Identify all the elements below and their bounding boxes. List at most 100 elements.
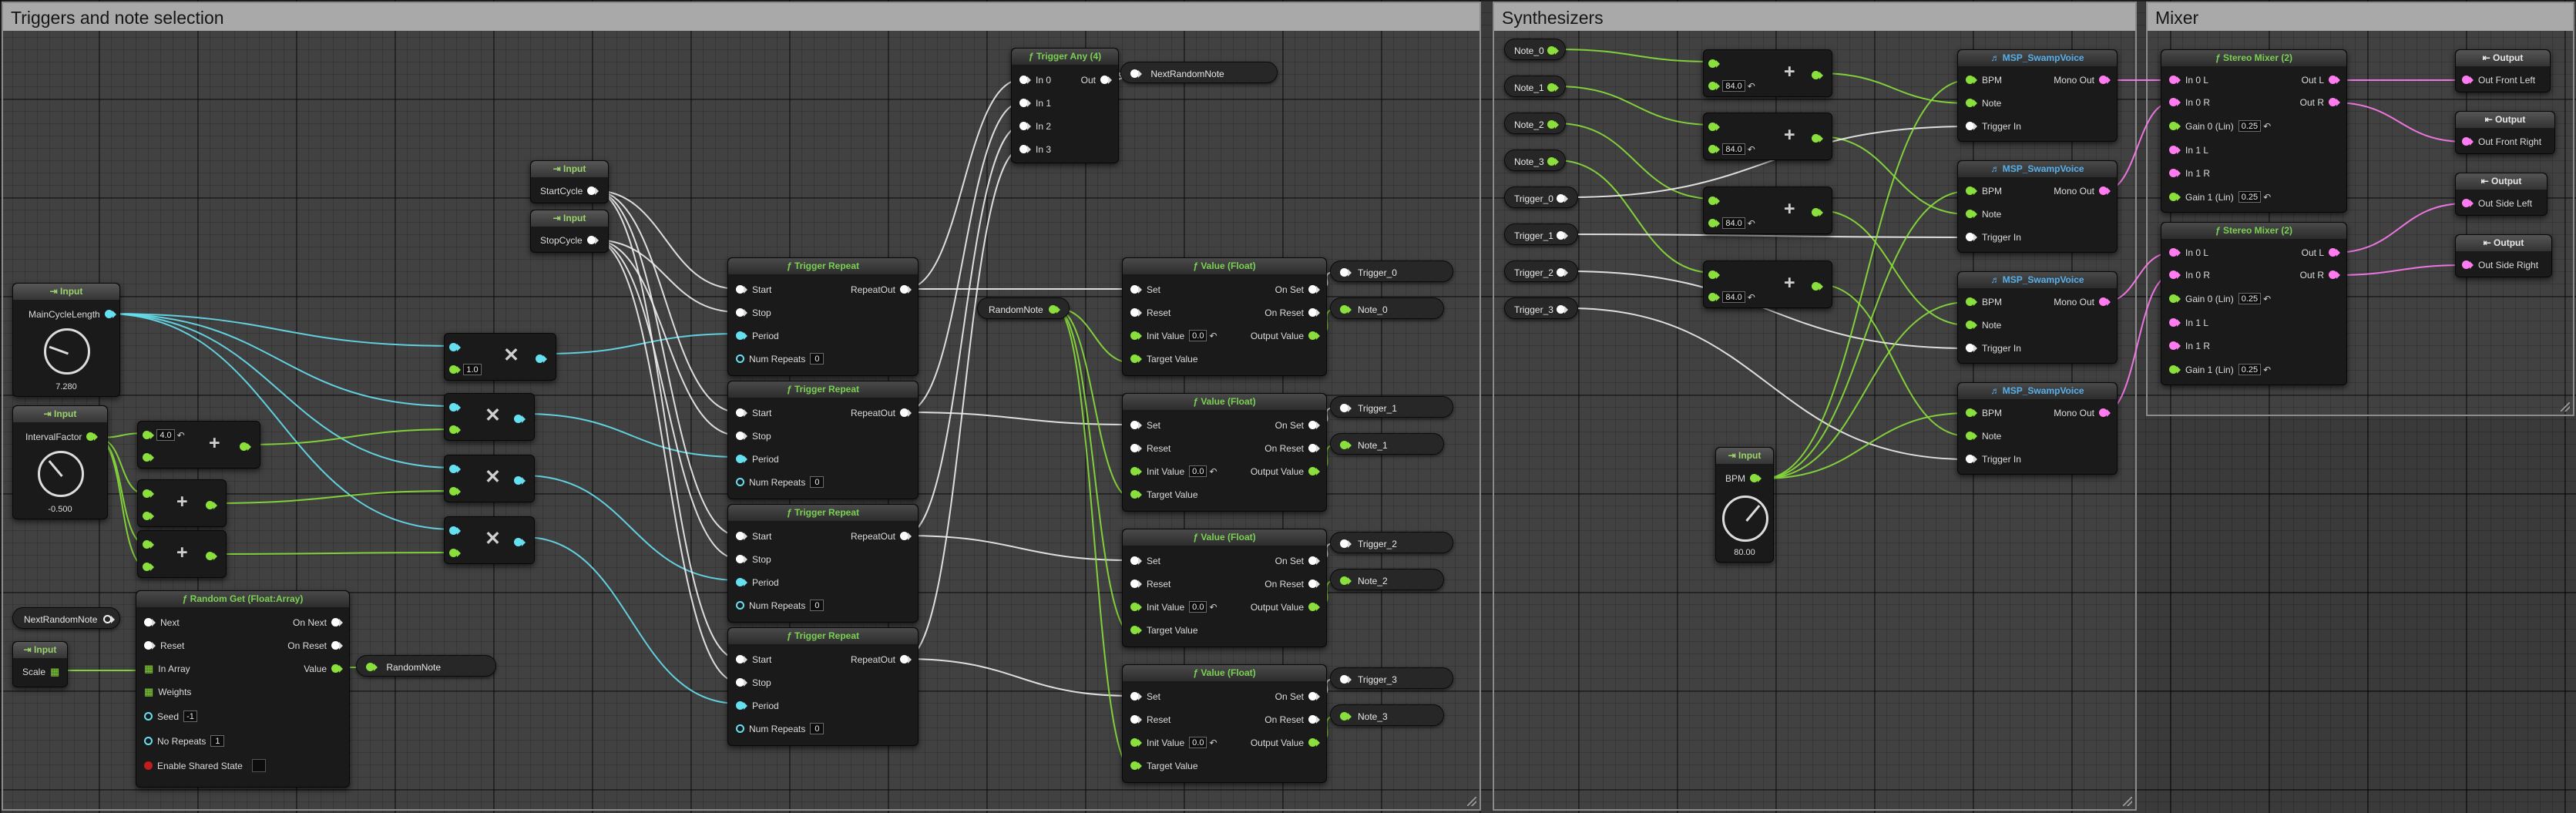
reset-icon[interactable]: ↶ bbox=[1748, 143, 1755, 156]
multiply-node-1[interactable]: 1.0 ✕ bbox=[444, 333, 556, 381]
swamp-voice-node-0[interactable]: ♬ MSP_SwampVoice BPM Note Trigger In Mon… bbox=[1957, 49, 2118, 142]
reset-icon[interactable]: ↶ bbox=[2263, 191, 2271, 203]
note-2-get[interactable]: Note_2 bbox=[1504, 113, 1566, 134]
input-node-scale[interactable]: ⇥ Input Scale ▦ bbox=[12, 641, 68, 687]
reset-icon[interactable]: ↶ bbox=[1748, 217, 1755, 230]
note-1-get[interactable]: Note_1 bbox=[1504, 76, 1566, 97]
add-node-c[interactable]: + bbox=[137, 530, 227, 578]
resize-grip-icon[interactable] bbox=[2561, 402, 2570, 412]
synth-add-node-2[interactable]: 84.0 ↶ + bbox=[1703, 186, 1832, 234]
value-float-node-0[interactable]: ƒ Value (Float) Set Reset Init Value 0.0 ↶… bbox=[1122, 257, 1327, 376]
reset-icon[interactable]: ↶ bbox=[1748, 80, 1755, 92]
num-repeats-input[interactable]: 0 bbox=[810, 723, 825, 735]
reset-icon[interactable]: ↶ bbox=[2263, 293, 2271, 305]
trigger-3-set[interactable]: Trigger_3 bbox=[1330, 667, 1453, 689]
next-random-note-get[interactable]: NextRandomNote bbox=[12, 607, 120, 629]
seed-pin[interactable] bbox=[144, 712, 153, 721]
init-value-input[interactable]: 0.0 bbox=[1189, 601, 1207, 613]
interval-factor-knob[interactable] bbox=[38, 451, 84, 497]
value-float-node-2[interactable]: ƒ Value (Float) Set Reset Init Value 0.0 ↶… bbox=[1122, 529, 1327, 647]
reset-icon[interactable]: ↶ bbox=[2263, 120, 2271, 133]
add-value-input[interactable]: 84.0 bbox=[1722, 143, 1745, 156]
gain-1-input[interactable]: 0.25 bbox=[2238, 191, 2262, 203]
num-repeats-pin[interactable] bbox=[736, 724, 744, 734]
synth-add-node-1[interactable]: 84.0 ↶ + bbox=[1703, 113, 1832, 160]
input-node-stop-cycle[interactable]: ⇥ Input StopCycle bbox=[530, 210, 609, 253]
num-repeats-input[interactable]: 0 bbox=[810, 476, 825, 489]
add-value-input[interactable]: 84.0 bbox=[1722, 80, 1745, 92]
swamp-voice-node-2[interactable]: ♬ MSP_SwampVoice BPM Note Trigger In Mon… bbox=[1957, 271, 2118, 364]
trigger-1-set[interactable]: Trigger_1 bbox=[1330, 396, 1453, 418]
trigger-repeat-node-0[interactable]: ƒ Trigger Repeat Start Stop Period Num R… bbox=[727, 257, 919, 376]
trigger-any-node[interactable]: ƒ Trigger Any (4) In 0 In 1 In 2 In 3 Ou… bbox=[1011, 48, 1119, 163]
init-value-input[interactable]: 0.0 bbox=[1189, 737, 1207, 749]
shared-state-checkbox[interactable] bbox=[251, 759, 266, 773]
init-value-input[interactable]: 0.0 bbox=[1189, 330, 1207, 342]
stereo-mixer-node-0[interactable]: ƒ Stereo Mixer (2) In 0 L In 0 R Gain 0 … bbox=[2161, 49, 2347, 213]
note-3-get[interactable]: Note_3 bbox=[1504, 149, 1566, 171]
swamp-voice-node-3[interactable]: ♬ MSP_SwampVoice BPM Note Trigger In Mon… bbox=[1957, 382, 2118, 475]
trigger-2-get[interactable]: Trigger_2 bbox=[1504, 260, 1578, 282]
input-node-start-cycle[interactable]: ⇥ Input StartCycle bbox=[530, 160, 609, 203]
reset-icon[interactable]: ↶ bbox=[177, 429, 185, 442]
init-value-input[interactable]: 0.0 bbox=[1189, 465, 1207, 478]
multiply-node-2[interactable]: ✕ bbox=[444, 393, 535, 441]
output-node-side-left[interactable]: ⇤ Output Out Side Left bbox=[2455, 173, 2547, 216]
random-get-node[interactable]: ƒ Random Get (Float:Array) Next Reset ▦ I… bbox=[136, 590, 350, 788]
note-3-set[interactable]: Note_3 bbox=[1330, 704, 1444, 726]
array-pin-icon[interactable]: ▦ bbox=[144, 686, 153, 697]
add-value-input[interactable]: 4.0 bbox=[156, 429, 175, 442]
reset-icon[interactable]: ↶ bbox=[1209, 465, 1217, 478]
trigger-repeat-node-1[interactable]: ƒ Trigger Repeat Start Stop Period Num R… bbox=[727, 381, 919, 499]
synth-add-node-3[interactable]: 84.0 ↶ + bbox=[1703, 260, 1832, 308]
value-float-node-1[interactable]: ƒ Value (Float) Set Reset Init Value 0.0 ↶… bbox=[1122, 393, 1327, 512]
array-pin-icon[interactable]: ▦ bbox=[144, 663, 153, 674]
main-cycle-length-knob[interactable] bbox=[44, 328, 90, 375]
note-0-get[interactable]: Note_0 bbox=[1504, 39, 1566, 60]
no-repeats-pin[interactable] bbox=[144, 737, 153, 746]
reset-icon[interactable]: ↶ bbox=[2263, 364, 2271, 376]
swamp-voice-node-1[interactable]: ♬ MSP_SwampVoice BPM Note Trigger In Mon… bbox=[1957, 160, 2118, 253]
multiply-value-input[interactable]: 1.0 bbox=[463, 364, 482, 376]
trigger-repeat-node-3[interactable]: ƒ Trigger Repeat Start Stop Period Num R… bbox=[727, 627, 919, 746]
note-2-set[interactable]: Note_2 bbox=[1330, 569, 1444, 590]
trigger-2-set[interactable]: Trigger_2 bbox=[1330, 532, 1453, 553]
random-note-get[interactable]: RandomNote bbox=[977, 297, 1070, 319]
shared-state-pin[interactable] bbox=[144, 761, 153, 771]
output-node-side-right[interactable]: ⇤ Output Out Side Right bbox=[2455, 234, 2552, 277]
reset-icon[interactable]: ↶ bbox=[1209, 737, 1217, 749]
next-random-note-set[interactable]: NextRandomNote bbox=[1120, 62, 1278, 83]
num-repeats-input[interactable]: 0 bbox=[810, 353, 825, 365]
add-node-4[interactable]: 4.0 ↶ + bbox=[137, 421, 260, 469]
value-float-node-3[interactable]: ƒ Value (Float) Set Reset Init Value 0.0 ↶… bbox=[1122, 664, 1327, 783]
add-value-input[interactable]: 84.0 bbox=[1722, 217, 1745, 230]
resize-grip-icon[interactable] bbox=[2123, 797, 2132, 806]
num-repeats-pin[interactable] bbox=[736, 354, 744, 364]
gain-0-input[interactable]: 0.25 bbox=[2238, 120, 2262, 133]
input-node-main-cycle-length[interactable]: ⇥ Input MainCycleLength 7.280 bbox=[12, 283, 120, 397]
gain-0-input[interactable]: 0.25 bbox=[2238, 293, 2262, 305]
trigger-3-get[interactable]: Trigger_3 bbox=[1504, 297, 1578, 319]
array-pin-icon[interactable]: ▦ bbox=[50, 666, 59, 677]
add-value-input[interactable]: 84.0 bbox=[1722, 291, 1745, 304]
gain-1-input[interactable]: 0.25 bbox=[2238, 364, 2262, 376]
num-repeats-pin[interactable] bbox=[736, 478, 744, 487]
seed-input[interactable]: -1 bbox=[183, 711, 198, 723]
output-node-front-left[interactable]: ⇤ Output Out Front Left bbox=[2455, 49, 2551, 92]
trigger-repeat-node-2[interactable]: ƒ Trigger Repeat Start Stop Period Num R… bbox=[727, 504, 919, 623]
num-repeats-pin[interactable] bbox=[736, 601, 744, 610]
add-node-b[interactable]: + bbox=[137, 479, 227, 527]
random-note-set[interactable]: RandomNote bbox=[356, 655, 496, 677]
multiply-node-4[interactable]: ✕ bbox=[444, 516, 535, 564]
note-0-set[interactable]: Note_0 bbox=[1330, 297, 1444, 319]
bpm-knob[interactable] bbox=[1722, 496, 1768, 542]
synth-add-node-0[interactable]: 84.0 ↶ + bbox=[1703, 49, 1832, 97]
output-node-front-right[interactable]: ⇤ Output Out Front Right bbox=[2455, 111, 2555, 154]
input-node-bpm[interactable]: ⇥ Input BPM 80.00 bbox=[1715, 447, 1774, 563]
stereo-mixer-node-1[interactable]: ƒ Stereo Mixer (2) In 0 L In 0 R Gain 0 … bbox=[2161, 222, 2347, 385]
reset-icon[interactable]: ↶ bbox=[1209, 601, 1217, 613]
reset-icon[interactable]: ↶ bbox=[1209, 330, 1217, 342]
input-node-interval-factor[interactable]: ⇥ Input IntervalFactor -0.500 bbox=[12, 405, 108, 519]
note-1-set[interactable]: Note_1 bbox=[1330, 433, 1444, 455]
trigger-0-get[interactable]: Trigger_0 bbox=[1504, 186, 1578, 208]
